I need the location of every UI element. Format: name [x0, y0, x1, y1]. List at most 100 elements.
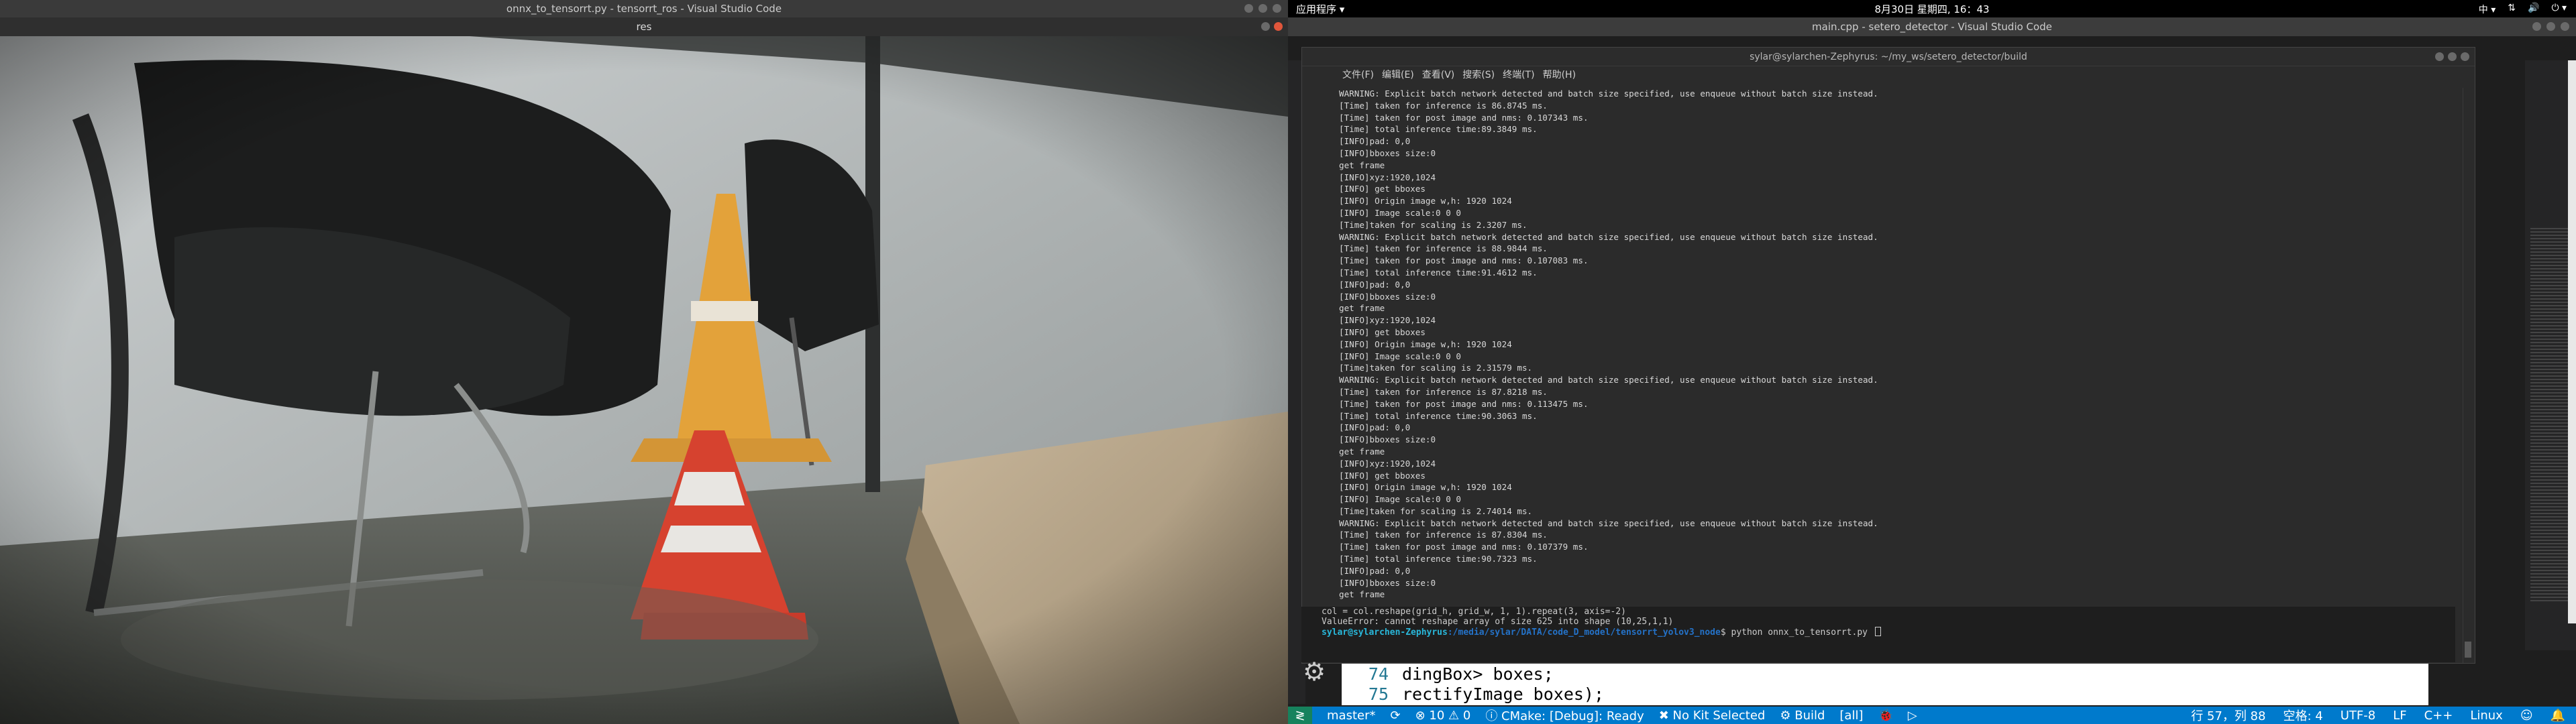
os-label[interactable]: Linux: [2470, 709, 2503, 723]
window-title: onnx_to_tensorrt.py - tensorrt_ros - Vis…: [506, 3, 782, 15]
terminal-line: [INFO] Origin image w,h: 1920 1024: [1339, 482, 1512, 493]
indentation[interactable]: 空格: 4: [2283, 707, 2322, 724]
terminal-line: [INFO] Origin image w,h: 1920 1024: [1339, 196, 1512, 206]
terminal-line: [INFO] get bboxes: [1339, 326, 1426, 337]
run-icon[interactable]: ▷: [1908, 709, 1917, 723]
close-button[interactable]: [1274, 22, 1283, 31]
terminal-line: [Time] total inference time:89.3849 ms.: [1339, 124, 1538, 135]
cursor-position[interactable]: 行 57，列 88: [2191, 707, 2265, 724]
error-line: ValueError: cannot reshape array of size…: [1322, 617, 1674, 627]
minimize-button[interactable]: [2532, 22, 2541, 31]
gear-icon[interactable]: ⚙: [1303, 657, 1326, 686]
window-title: main.cpp - setero_detector - Visual Stud…: [1812, 21, 2052, 33]
line-number: 75: [1368, 684, 1389, 704]
maximize-button[interactable]: [2448, 52, 2457, 61]
terminal-line: [Time]taken for scaling is 2.31579 ms.: [1339, 363, 1533, 373]
terminal-line: get frame: [1339, 303, 1385, 314]
close-button[interactable]: [2461, 52, 2469, 61]
code-line[interactable]: 75 rectifyImage boxes);: [1342, 684, 2428, 704]
feedback-icon[interactable]: ☺: [2520, 709, 2533, 723]
sync-icon[interactable]: ⟳: [1390, 709, 1400, 723]
code-line[interactable]: 74 dingBox> boxes;: [1342, 664, 2428, 684]
terminal-line: [Time]taken for scaling is 2.3207 ms.: [1339, 219, 1527, 230]
terminal-titlebar[interactable]: sylar@sylarchen-Zephyrus: ~/my_ws/setero…: [1302, 48, 2475, 66]
close-button[interactable]: [2561, 22, 2569, 31]
terminal-line: [INFO]xyz:1920,1024: [1339, 315, 1436, 326]
cmake-kit[interactable]: ✖ No Kit Selected: [1659, 709, 1766, 723]
res-image-window[interactable]: res: [0, 17, 1288, 724]
terminal-line: [INFO]xyz:1920,1024: [1339, 458, 1436, 469]
menu-edit[interactable]: 编辑(E): [1382, 68, 1414, 81]
res-title: res: [636, 21, 652, 33]
terminal-line: [INFO] Image scale:0 0 0: [1339, 207, 1461, 218]
vscode-titlebar-right[interactable]: main.cpp - setero_detector - Visual Stud…: [1288, 17, 2576, 36]
menu-terminal[interactable]: 终端(T): [1503, 68, 1534, 81]
terminal-line: [Time] total inference time:90.7323 ms.: [1339, 554, 1538, 564]
terminal-line: [INFO]bboxes size:0: [1339, 434, 1436, 445]
terminal-line: [Time] taken for inference is 87.8304 ms…: [1339, 530, 1548, 540]
terminal-cursor: [1874, 627, 1881, 636]
build-button[interactable]: ⚙ Build: [1780, 709, 1825, 723]
minimize-button[interactable]: [1261, 22, 1270, 31]
terminal-line: [Time] total inference time:90.3063 ms.: [1339, 410, 1538, 421]
power-icon[interactable]: ⏻ ▾: [2551, 3, 2567, 16]
terminal-line: [Time] taken for post image and nms: 0.1…: [1339, 542, 1589, 552]
terminal-menubar: 文件(F) 编辑(E) 查看(V) 搜索(S) 终端(T) 帮助(H): [1302, 66, 2475, 82]
input-method-indicator[interactable]: 中 ▾: [2479, 3, 2496, 16]
terminal-window[interactable]: sylar@sylarchen-Zephyrus: ~/my_ws/setero…: [1301, 47, 2475, 664]
applications-menu[interactable]: 应用程序 ▾: [1296, 2, 1344, 16]
network-icon[interactable]: ⇅: [2508, 3, 2516, 16]
remote-icon[interactable]: ≷: [1288, 707, 1312, 724]
terminal-line: [INFO] Image scale:0 0 0: [1339, 351, 1461, 361]
menu-help[interactable]: 帮助(H): [1543, 68, 1576, 81]
menu-file[interactable]: 文件(F): [1342, 68, 1374, 81]
menu-view[interactable]: 查看(V): [1422, 68, 1455, 81]
integrated-terminal-panel[interactable]: col = col.reshape(grid_h, grid_w, 1, 1).…: [1301, 607, 2455, 662]
minimize-button[interactable]: [1244, 4, 1253, 13]
terminal-line: [INFO] Image scale:0 0 0: [1339, 494, 1461, 505]
problems-indicator[interactable]: ⊗ 10 ⚠ 0: [1415, 709, 1471, 723]
debug-icon[interactable]: 🐞: [1878, 709, 1892, 723]
language-mode[interactable]: C++: [2424, 709, 2453, 723]
terminal-line: [INFO]bboxes size:0: [1339, 577, 1436, 588]
vscode-titlebar-left[interactable]: onnx_to_tensorrt.py - tensorrt_ros - Vis…: [0, 0, 1288, 17]
terminal-line: [Time] taken for inference is 88.9844 ms…: [1339, 243, 1548, 254]
clock[interactable]: 8月30日 星期四, 16：43: [1874, 2, 1989, 16]
maximize-button[interactable]: [1258, 4, 1267, 13]
right-monitor: 应用程序 ▾ 8月30日 星期四, 16：43 中 ▾ ⇅ 🔊 ⏻ ▾ main…: [1288, 0, 2576, 724]
terminal-line: WARNING: Explicit batch network detected…: [1339, 518, 1878, 528]
code-text: dingBox> boxes;: [1402, 664, 1554, 684]
build-target[interactable]: [all]: [1839, 709, 1863, 723]
camera-frame: [0, 36, 1288, 724]
git-branch[interactable]: master*: [1327, 709, 1375, 723]
close-button[interactable]: [1273, 4, 1281, 13]
terminal-line: [INFO]bboxes size:0: [1339, 291, 1436, 302]
encoding[interactable]: UTF-8: [2341, 709, 2375, 723]
line-ending[interactable]: LF: [2393, 709, 2406, 723]
prompt-line[interactable]: sylar@sylarchen-Zephyrus:/media/sylar/DA…: [1301, 627, 2455, 638]
prompt-command: $ python onnx_to_tensorrt.py: [1720, 627, 1873, 638]
res-titlebar[interactable]: res: [0, 17, 1288, 36]
traceback-line: col = col.reshape(grid_h, grid_w, 1, 1).…: [1322, 607, 1626, 617]
editor-scrollbar[interactable]: [2568, 60, 2576, 623]
terminal-title: sylar@sylarchen-Zephyrus: ~/my_ws/setero…: [1750, 51, 2027, 62]
terminal-line: [INFO]bboxes size:0: [1339, 147, 1436, 158]
volume-icon[interactable]: 🔊: [2528, 3, 2539, 16]
code-editor[interactable]: 74 dingBox> boxes; 75 rectifyImage boxes…: [1342, 664, 2428, 705]
terminal-line: [INFO] get bboxes: [1339, 184, 1426, 194]
prompt-user: sylar@sylarchen-Zephyrus: [1322, 627, 1448, 638]
terminal-scrollbar[interactable]: [2463, 88, 2472, 663]
menu-search[interactable]: 搜索(S): [1462, 68, 1495, 81]
terminal-line: [INFO]pad: 0,0: [1339, 279, 1411, 290]
terminal-line: [Time] taken for post image and nms: 0.1…: [1339, 398, 1589, 409]
terminal-output[interactable]: WARNING: Explicit batch network detected…: [1302, 88, 2463, 663]
cmake-status[interactable]: ⓘ CMake: [Debug]: Ready: [1485, 707, 1644, 724]
left-monitor: onnx_to_tensorrt.py - tensorrt_ros - Vis…: [0, 0, 1288, 724]
maximize-button[interactable]: [2546, 22, 2555, 31]
terminal-line: WARNING: Explicit batch network detected…: [1339, 231, 1878, 242]
minimize-button[interactable]: [2435, 52, 2444, 61]
terminal-line: [Time] taken for post image and nms: 0.1…: [1339, 112, 1589, 123]
bell-icon[interactable]: 🔔: [2551, 709, 2565, 723]
terminal-line: [Time] taken for inference is 87.8218 ms…: [1339, 386, 1548, 397]
terminal-line: [Time]taken for scaling is 2.74014 ms.: [1339, 505, 1533, 516]
